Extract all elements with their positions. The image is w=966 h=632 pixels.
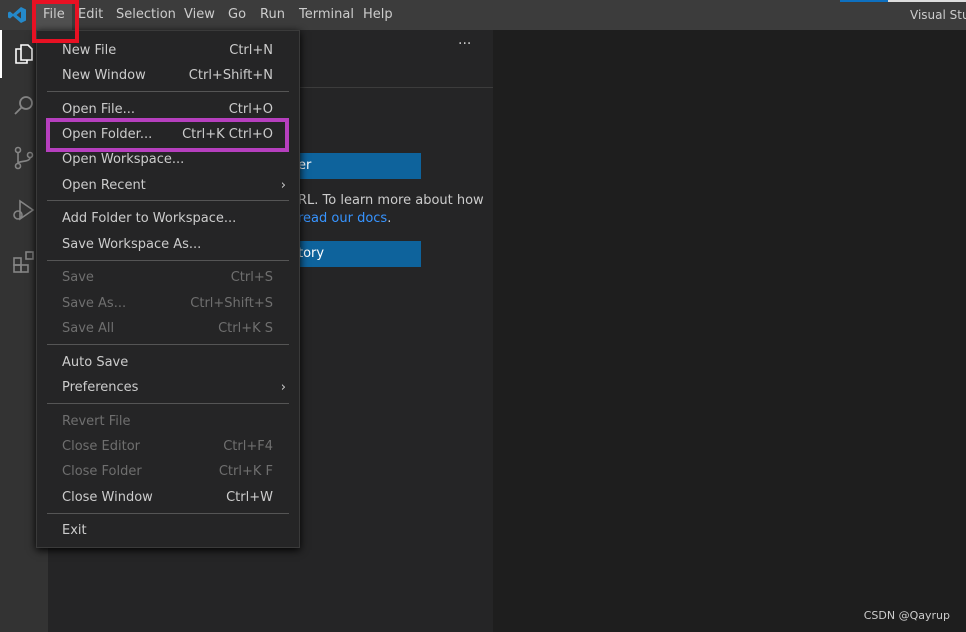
vscode-logo-icon	[8, 7, 26, 23]
menu-go[interactable]: Go	[221, 0, 253, 30]
run-debug-icon[interactable]	[12, 198, 36, 222]
menu-separator	[47, 91, 289, 92]
welcome-text: RL. To learn more about how	[298, 193, 484, 208]
menu-help[interactable]: Help	[356, 0, 400, 30]
menu-item-label: Save	[62, 270, 94, 285]
file-highlight-box	[32, 0, 79, 43]
menu-item-label: Save As...	[62, 296, 127, 311]
menu-item-shortcut: Ctrl+Shift+N	[188, 68, 273, 83]
menu-item-label: Open Recent	[62, 178, 146, 193]
menu-item-save-all: Save All Ctrl+K S	[37, 316, 299, 341]
search-icon[interactable]	[12, 94, 36, 118]
menu-item-preferences[interactable]: Preferences ›	[37, 375, 299, 400]
menu-item-exit[interactable]: Exit	[37, 518, 299, 543]
open-folder-highlight-box	[46, 118, 289, 152]
period: .	[387, 211, 392, 226]
menu-item-auto-save[interactable]: Auto Save	[37, 350, 299, 375]
menu-item-shortcut: Ctrl+K F	[218, 464, 273, 479]
menu-item-label: Close Editor	[62, 439, 141, 454]
menu-separator	[47, 260, 289, 261]
active-indicator	[0, 30, 2, 78]
menu-item-save-as: Save As... Ctrl+Shift+S	[37, 291, 299, 316]
open-folder-button[interactable]: er	[298, 153, 421, 179]
chevron-right-icon: ›	[280, 380, 286, 395]
menu-item-label: Close Folder	[62, 464, 142, 479]
menu-item-label: Revert File	[62, 414, 131, 429]
window-title: Visual Studio	[910, 8, 966, 22]
docs-link[interactable]: read our docs	[298, 211, 387, 226]
menu-item-close-window[interactable]: Close Window Ctrl+W	[37, 485, 299, 510]
menu-item-label: Save Workspace As...	[62, 237, 202, 252]
title-accent	[840, 0, 888, 2]
menu-item-label: Auto Save	[62, 355, 129, 370]
menu-item-shortcut: Ctrl+S	[230, 270, 273, 285]
divider	[298, 87, 493, 88]
menu-separator	[47, 403, 289, 404]
menu-item-close-editor: Close Editor Ctrl+F4	[37, 434, 299, 459]
menu-item-label: Close Window	[62, 490, 153, 505]
menu-item-add-folder-to-workspace[interactable]: Add Folder to Workspace...	[37, 206, 299, 231]
menu-item-revert-file: Revert File	[37, 409, 299, 434]
more-actions-icon[interactable]: ···	[458, 36, 471, 52]
menu-item-label: Save All	[62, 321, 115, 336]
menu-item-label: Preferences	[62, 380, 139, 395]
menu-item-label: Add Folder to Workspace...	[62, 211, 237, 226]
menu-item-shortcut: Ctrl+F4	[223, 439, 273, 454]
menu-separator	[47, 513, 289, 514]
source-control-icon[interactable]	[12, 146, 36, 170]
title-bar: File Edit Selection View Go Run Terminal…	[0, 0, 966, 30]
menu-item-close-folder: Close Folder Ctrl+K F	[37, 459, 299, 484]
clone-repository-button[interactable]: tory	[298, 241, 421, 267]
explorer-icon[interactable]	[12, 42, 36, 66]
menu-view[interactable]: View	[177, 0, 222, 30]
menu-item-label: Exit	[62, 523, 87, 538]
menu-item-save-workspace-as[interactable]: Save Workspace As...	[37, 232, 299, 257]
menu-item-shortcut: Ctrl+W	[226, 490, 273, 505]
menu-item-shortcut: Ctrl+Shift+S	[190, 296, 273, 311]
menu-selection[interactable]: Selection	[109, 0, 183, 30]
menu-item-shortcut: Ctrl+K S	[218, 321, 273, 336]
menu-item-label: New Window	[62, 68, 146, 83]
menu-separator	[47, 200, 289, 201]
menu-item-save: Save Ctrl+S	[37, 265, 299, 290]
menu-item-shortcut: Ctrl+N	[229, 43, 273, 58]
menu-separator	[47, 344, 289, 345]
watermark: CSDN @Qayrup	[863, 609, 950, 622]
menu-item-open-recent[interactable]: Open Recent ›	[37, 173, 299, 198]
menu-terminal[interactable]: Terminal	[292, 0, 361, 30]
welcome-text-2: read our docs.	[298, 211, 391, 226]
menu-run[interactable]: Run	[253, 0, 292, 30]
extensions-icon[interactable]	[12, 250, 36, 274]
file-menu: New File Ctrl+N New Window Ctrl+Shift+N Open…	[36, 30, 300, 548]
chevron-right-icon: ›	[280, 178, 286, 193]
menu-item-new-window[interactable]: New Window Ctrl+Shift+N	[37, 63, 299, 88]
